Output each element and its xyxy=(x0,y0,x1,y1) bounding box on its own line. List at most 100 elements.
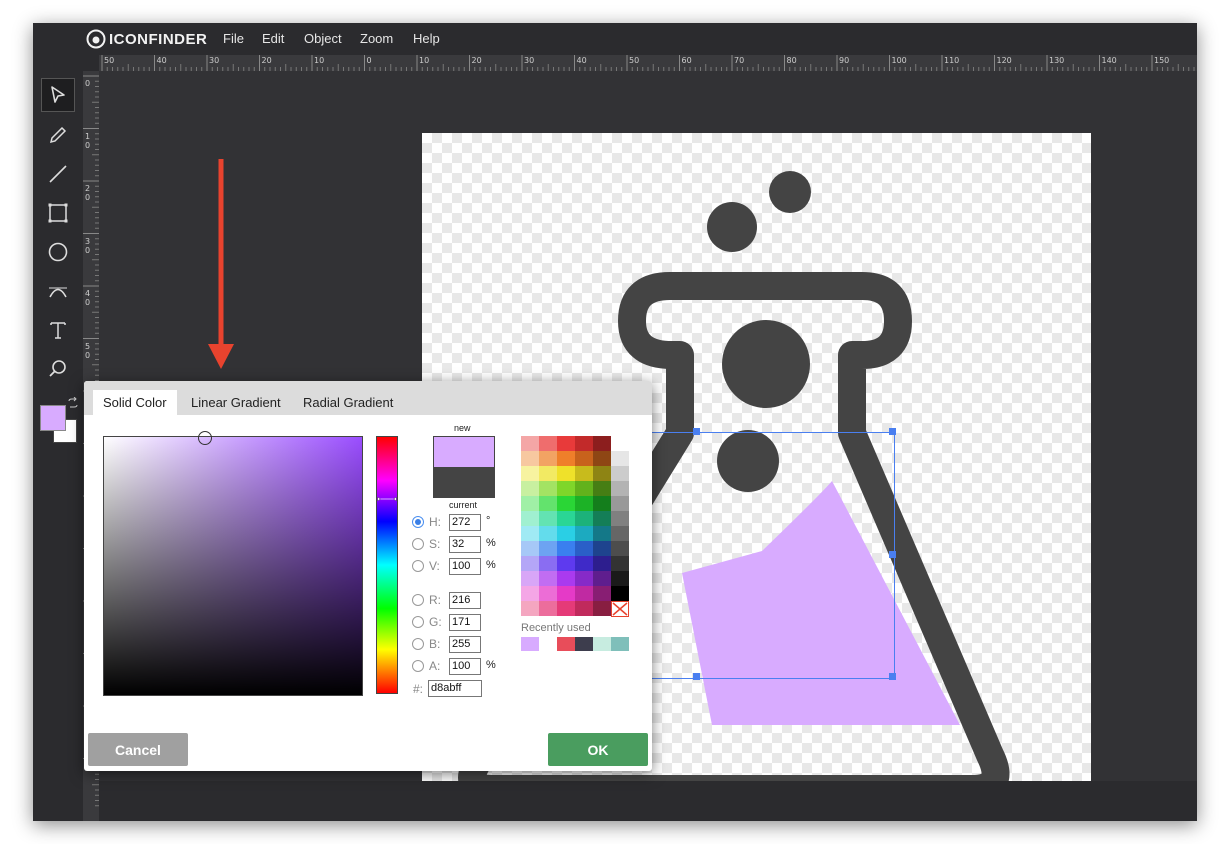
sv-cursor[interactable] xyxy=(198,431,212,445)
preview-new-color[interactable] xyxy=(434,437,494,467)
swap-colors-icon[interactable] xyxy=(67,397,79,409)
tool-ellipse[interactable] xyxy=(41,235,75,269)
palette-swatch[interactable] xyxy=(575,541,593,556)
radio-v[interactable] xyxy=(412,560,424,572)
palette-swatch[interactable] xyxy=(557,601,575,616)
palette-swatch[interactable] xyxy=(539,511,557,526)
alpha-input[interactable]: 100 xyxy=(449,658,481,675)
selection-handle[interactable] xyxy=(889,551,896,558)
palette-swatch[interactable] xyxy=(593,556,611,571)
palette-swatch[interactable] xyxy=(521,526,539,541)
palette-swatch[interactable] xyxy=(611,481,629,496)
radio-b[interactable] xyxy=(412,638,424,650)
palette-swatch[interactable] xyxy=(611,511,629,526)
tool-pencil[interactable] xyxy=(41,118,75,152)
palette-swatch[interactable] xyxy=(611,586,629,601)
tab-solid-color[interactable]: Solid Color xyxy=(93,390,177,415)
no-color-icon[interactable] xyxy=(611,601,629,617)
blue-input[interactable]: 255 xyxy=(449,636,481,653)
palette-swatch[interactable] xyxy=(521,451,539,466)
palette-swatch[interactable] xyxy=(557,466,575,481)
tab-linear-gradient[interactable]: Linear Gradient xyxy=(181,390,291,415)
preview-current-color[interactable] xyxy=(434,467,494,497)
palette-swatch[interactable] xyxy=(593,496,611,511)
palette-swatch[interactable] xyxy=(593,526,611,541)
palette-swatch[interactable] xyxy=(575,526,593,541)
saturation-value-picker[interactable] xyxy=(103,431,363,696)
palette-swatch[interactable] xyxy=(575,496,593,511)
tool-zoom[interactable] xyxy=(41,352,75,386)
palette-swatch[interactable] xyxy=(593,466,611,481)
palette-swatch[interactable] xyxy=(593,586,611,601)
menu-edit[interactable]: Edit xyxy=(262,31,284,46)
palette-swatch[interactable] xyxy=(611,571,629,586)
fill-color-swatch[interactable] xyxy=(40,405,66,431)
selection-handle[interactable] xyxy=(889,673,896,680)
selection-box[interactable] xyxy=(627,432,895,679)
palette-swatch[interactable] xyxy=(575,451,593,466)
hex-input[interactable]: d8abff xyxy=(428,680,482,697)
palette-swatch[interactable] xyxy=(593,541,611,556)
palette-swatch[interactable] xyxy=(593,451,611,466)
palette-swatch[interactable] xyxy=(539,436,557,451)
palette-swatch[interactable] xyxy=(521,436,539,451)
menu-file[interactable]: File xyxy=(223,31,244,46)
palette-swatch[interactable] xyxy=(611,496,629,511)
value-input[interactable]: 100 xyxy=(449,558,481,575)
palette-swatch[interactable] xyxy=(539,451,557,466)
palette-swatch[interactable] xyxy=(575,586,593,601)
palette-swatch[interactable] xyxy=(539,466,557,481)
recent-color-swatch[interactable] xyxy=(521,637,539,651)
palette-swatch[interactable] xyxy=(521,586,539,601)
tool-path[interactable] xyxy=(41,274,75,308)
palette-swatch[interactable] xyxy=(611,556,629,571)
hue-input[interactable]: 272 xyxy=(449,514,481,531)
tool-select[interactable] xyxy=(41,78,75,112)
palette-swatch[interactable] xyxy=(611,466,629,481)
hue-slider[interactable] xyxy=(376,436,398,694)
red-input[interactable]: 216 xyxy=(449,592,481,609)
palette-swatch[interactable] xyxy=(593,511,611,526)
palette-swatch[interactable] xyxy=(557,571,575,586)
palette-swatch[interactable] xyxy=(611,526,629,541)
palette-swatch[interactable] xyxy=(575,601,593,616)
palette-swatch[interactable] xyxy=(575,556,593,571)
palette-swatch[interactable] xyxy=(539,481,557,496)
radio-r[interactable] xyxy=(412,594,424,606)
palette-swatch[interactable] xyxy=(557,496,575,511)
palette-swatch[interactable] xyxy=(575,571,593,586)
palette-swatch[interactable] xyxy=(521,556,539,571)
recent-color-swatch[interactable] xyxy=(593,637,611,651)
recent-color-swatch[interactable] xyxy=(557,637,575,651)
palette-swatch[interactable] xyxy=(557,586,575,601)
palette-swatch[interactable] xyxy=(521,496,539,511)
menu-zoom[interactable]: Zoom xyxy=(360,31,393,46)
palette-swatch[interactable] xyxy=(539,586,557,601)
palette-swatch[interactable] xyxy=(557,481,575,496)
recent-color-swatch[interactable] xyxy=(611,637,629,651)
tool-text[interactable] xyxy=(41,313,75,347)
palette-swatch[interactable] xyxy=(521,511,539,526)
palette-swatch[interactable] xyxy=(521,571,539,586)
palette-swatch[interactable] xyxy=(521,601,539,616)
radio-g[interactable] xyxy=(412,616,424,628)
palette-swatch[interactable] xyxy=(575,511,593,526)
palette-swatch[interactable] xyxy=(521,466,539,481)
palette-swatch[interactable] xyxy=(539,571,557,586)
palette-swatch[interactable] xyxy=(575,466,593,481)
tool-rectangle[interactable] xyxy=(41,196,75,230)
palette-swatch[interactable] xyxy=(575,481,593,496)
ok-button[interactable]: OK xyxy=(548,733,648,766)
palette-swatch[interactable] xyxy=(557,541,575,556)
radio-s[interactable] xyxy=(412,538,424,550)
palette-swatch[interactable] xyxy=(593,436,611,451)
tool-line[interactable] xyxy=(41,157,75,191)
palette-swatch[interactable] xyxy=(521,481,539,496)
cancel-button[interactable]: Cancel xyxy=(88,733,188,766)
saturation-input[interactable]: 32 xyxy=(449,536,481,553)
palette-swatch[interactable] xyxy=(539,496,557,511)
selection-handle[interactable] xyxy=(693,673,700,680)
recent-color-swatch[interactable] xyxy=(539,637,557,651)
palette-swatch[interactable] xyxy=(539,541,557,556)
palette-swatch[interactable] xyxy=(521,541,539,556)
